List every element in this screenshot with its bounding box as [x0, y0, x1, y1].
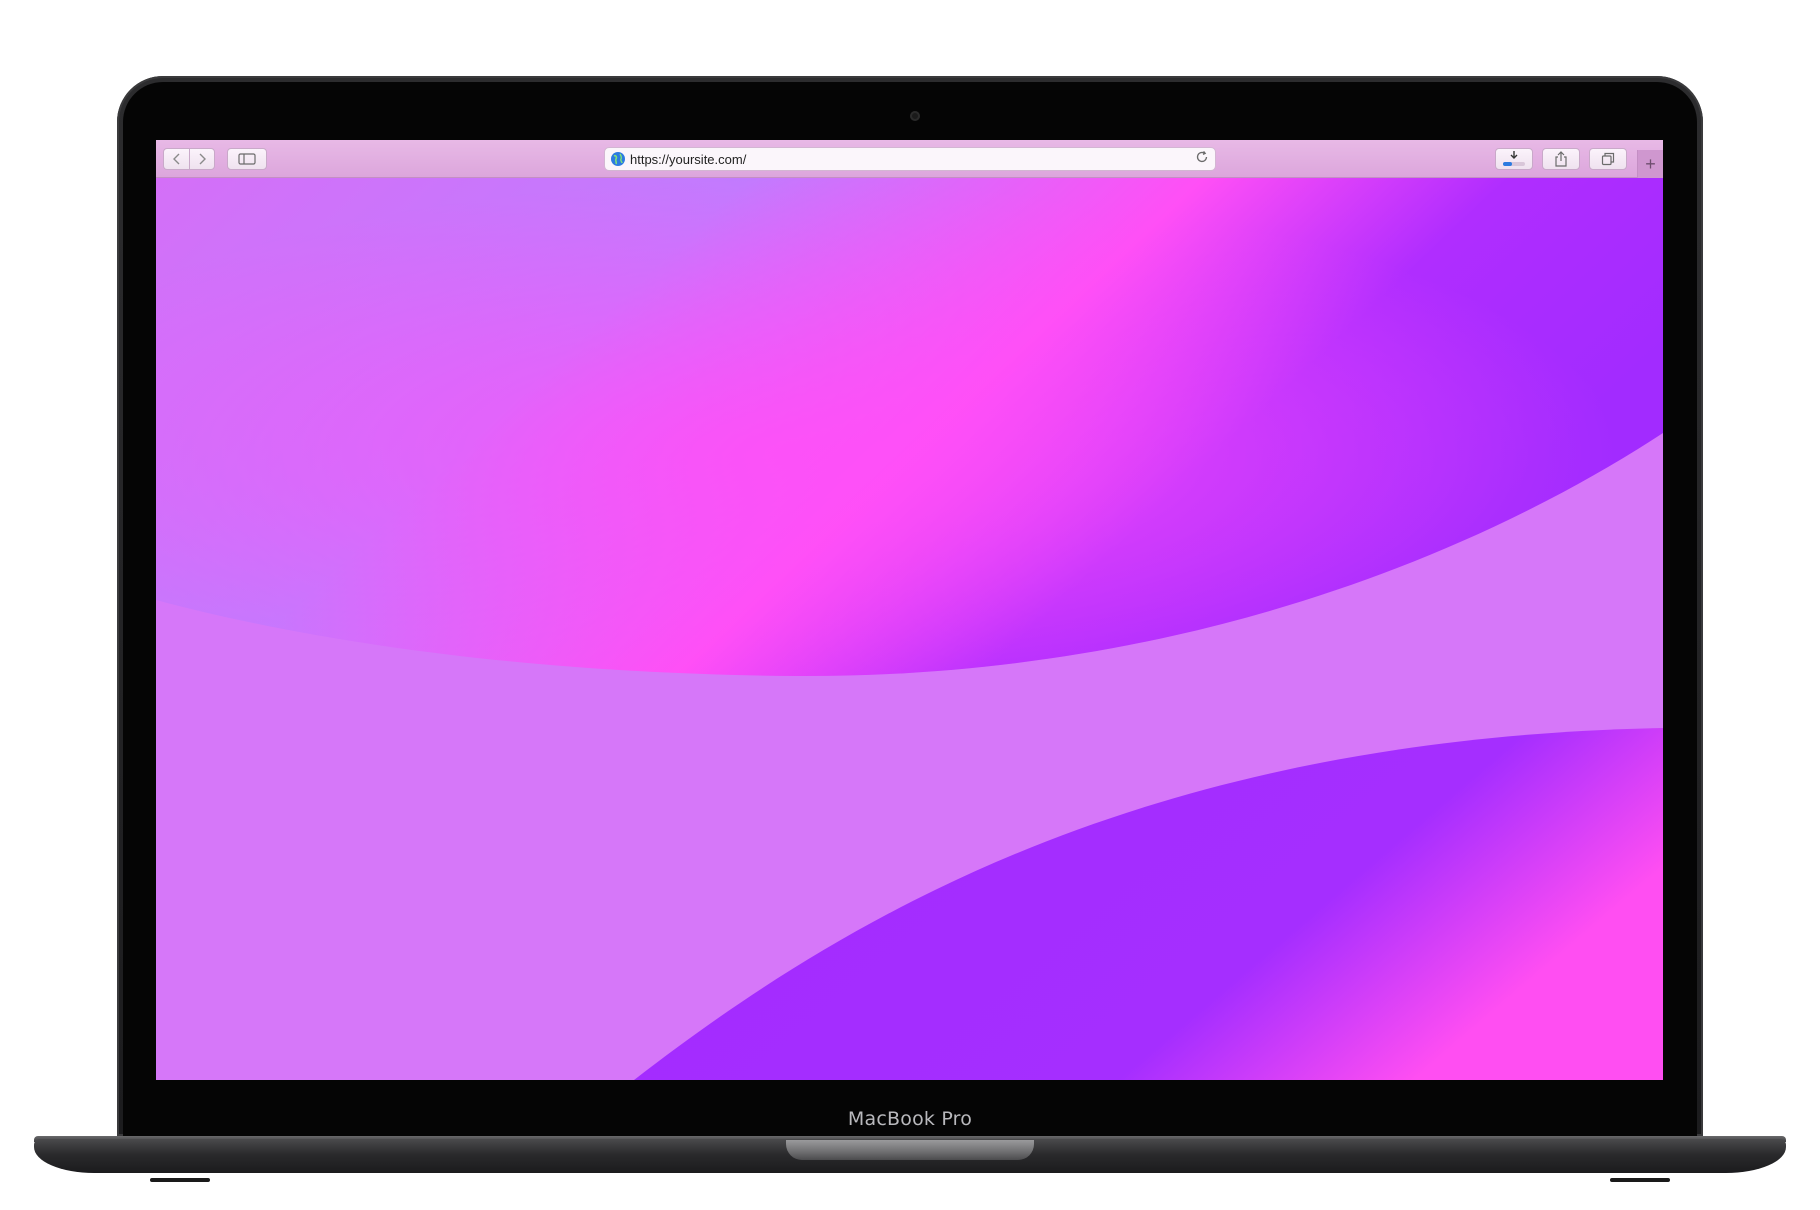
model-label: MacBook Pro	[847, 1108, 973, 1130]
globe-icon	[611, 152, 625, 166]
screen: https://yoursite.com/ +	[156, 140, 1663, 1080]
sidebar-button[interactable]	[227, 148, 267, 170]
plus-icon: +	[1645, 153, 1656, 174]
back-button[interactable]	[163, 148, 189, 170]
device-mockup: MacBook Pro https://yoursite.com/ +	[0, 0, 1820, 1210]
navigation-buttons	[163, 148, 215, 170]
url-text: https://yoursite.com/	[630, 152, 747, 167]
sidebar-icon	[238, 153, 256, 165]
reload-button[interactable]	[1195, 150, 1209, 167]
tab-overview-button[interactable]	[1589, 148, 1627, 170]
browser-toolbar: https://yoursite.com/ +	[156, 140, 1663, 178]
chevron-right-icon	[199, 153, 206, 165]
foot-left	[150, 1178, 210, 1182]
reload-icon	[1196, 150, 1208, 163]
chevron-left-icon	[172, 153, 179, 165]
share-icon	[1555, 151, 1567, 167]
address-bar[interactable]: https://yoursite.com/	[604, 147, 1216, 171]
new-tab-button[interactable]: +	[1637, 150, 1663, 178]
camera-icon	[910, 111, 920, 121]
foot-right	[1610, 1178, 1670, 1182]
tab-overview-icon	[1601, 152, 1615, 166]
lid-opening-notch	[786, 1140, 1034, 1160]
share-button[interactable]	[1542, 148, 1580, 170]
forward-button[interactable]	[189, 148, 215, 170]
downloads-button[interactable]	[1495, 148, 1533, 170]
download-icon	[1503, 151, 1525, 166]
wallpaper	[156, 178, 1663, 1080]
